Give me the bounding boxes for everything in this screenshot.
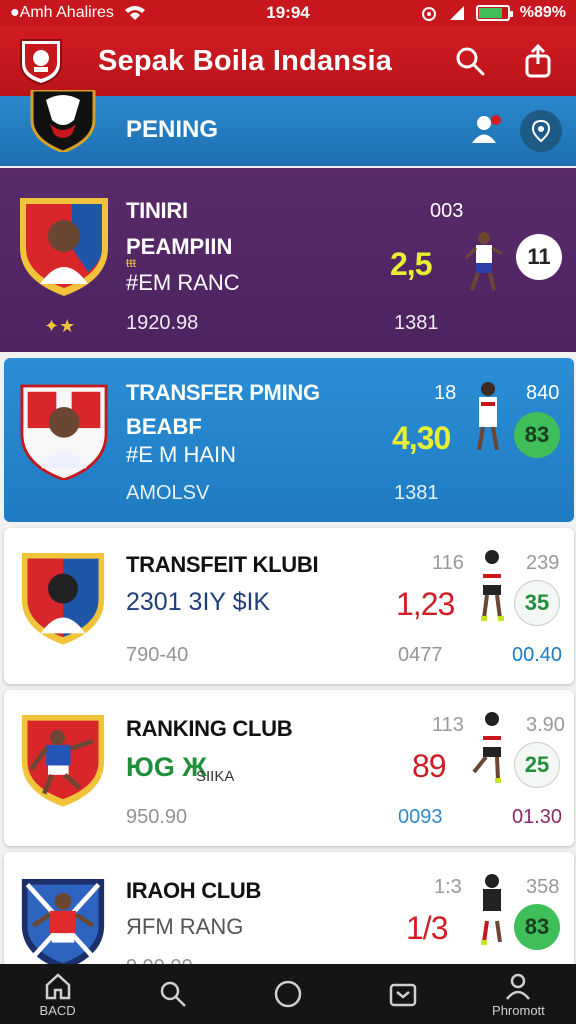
- card-bottom-right: 00.40: [512, 644, 563, 666]
- card-title: IRAOH CLUB: [126, 878, 262, 903]
- app-title: Sepak Boila Indansia: [98, 44, 393, 77]
- card-badge: 11: [516, 234, 562, 280]
- ranking-card-5[interactable]: IRAOH CLUB ЯFM RANG 9.99 99 1:3 358 1/3 …: [4, 852, 574, 982]
- card-subtitle: ЯFM RANG: [126, 914, 244, 939]
- ranking-card-1[interactable]: TINIRI PEAMPIIN ŧŧŧ #EM RANC ✦★ 1920.98 …: [0, 168, 576, 352]
- card-score: 89: [412, 748, 447, 784]
- card-meta-left: 790-40: [126, 644, 189, 666]
- player-icon: [481, 874, 502, 945]
- club-crest: [21, 879, 105, 971]
- club-crest: [21, 715, 105, 807]
- battery-percent: %89%: [519, 4, 566, 21]
- card-meta-right: 1381: [394, 312, 439, 334]
- club-crest: [20, 198, 108, 296]
- card-subtitle: 2301 3IY $IK: [126, 588, 271, 616]
- inbox-icon: [389, 983, 417, 1007]
- search-icon: [160, 981, 186, 1007]
- card-meta-left: 950.90: [126, 806, 188, 828]
- search-button[interactable]: [450, 41, 490, 81]
- card-top-right: 116: [432, 552, 464, 574]
- card-far-right: 239: [526, 552, 560, 574]
- card-far-right: 358: [526, 876, 560, 898]
- card-title: TINIRI: [126, 198, 188, 223]
- carrier-label: ●Amh Ahalires: [10, 4, 114, 21]
- user-alert-icon[interactable]: [470, 114, 502, 144]
- card-meta-right: 0093: [398, 806, 443, 828]
- player-icon: [481, 550, 504, 621]
- card-title: RANKING CLUB: [126, 716, 293, 741]
- location-icon: [531, 119, 551, 143]
- app-bar: Sepak Boila Indansia: [0, 26, 576, 96]
- card-subtitle: PEAMPIIN: [126, 234, 233, 259]
- home-icon: [45, 972, 70, 999]
- card-badge: 25: [514, 742, 560, 788]
- card-meta-right: 0477: [398, 644, 443, 666]
- section-title: PENING: [126, 116, 219, 143]
- profile-icon: [506, 973, 531, 1000]
- club-crest: [21, 553, 105, 645]
- status-bar: ●Amh Ahalires 19:94 %89%: [0, 0, 576, 26]
- club-crest: [20, 384, 108, 480]
- app-screen: ●Amh Ahalires 19:94 %89% Sepak Boila Ind…: [0, 0, 576, 1024]
- card-score: 4,30: [392, 420, 451, 456]
- player-icon: [464, 232, 503, 291]
- card-top-right: 003: [430, 200, 464, 222]
- card-title: TRANSFEIT KLUBI: [126, 552, 319, 577]
- ranking-card-2[interactable]: TRANSFER PMING BEABF #E M HAIN AMOLSV 13…: [4, 358, 574, 522]
- player-icon: [477, 382, 499, 451]
- card-score: 1/3: [406, 910, 448, 946]
- search-icon: [456, 47, 485, 76]
- card-small-text: ŧŧŧ: [126, 256, 137, 270]
- club-logo: [20, 39, 62, 86]
- card-badge: 83: [514, 412, 560, 458]
- bottom-nav: BACD Phromott: [0, 964, 576, 1024]
- card-badge: 83: [514, 904, 560, 950]
- nav-inbox[interactable]: [346, 964, 461, 1024]
- status-time: 19:94: [266, 3, 310, 22]
- card-top-right: 18: [434, 382, 457, 404]
- card-subtitle-suffix: SIIKA: [196, 768, 235, 785]
- card-top-right: 1:3: [434, 876, 462, 898]
- player-icon: [472, 712, 501, 783]
- card-meta-left: 1920.98: [126, 312, 199, 334]
- card-badge: 35: [514, 580, 560, 626]
- card-meta-right: 1381: [394, 482, 439, 504]
- share-button[interactable]: [518, 41, 558, 81]
- share-icon: [525, 44, 551, 78]
- battery-icon: [475, 5, 513, 21]
- ranking-card-4[interactable]: RANKING CLUB ЮG Ж SIIKA 950.90 0093 113 …: [4, 690, 574, 846]
- nav-search[interactable]: [115, 964, 230, 1024]
- card-bottom-right: 01.30: [512, 806, 563, 828]
- section-crest: [30, 90, 96, 152]
- nav-profile[interactable]: Phromott: [461, 964, 576, 1024]
- stars-icon: ✦★: [44, 316, 76, 336]
- nav-circle[interactable]: [230, 964, 345, 1024]
- card-detail: #E M HAIN: [126, 442, 237, 467]
- card-far-right: 840: [526, 382, 560, 404]
- ranking-card-3[interactable]: TRANSFEIT KLUBI 2301 3IY $IK 790-40 0477…: [4, 528, 574, 684]
- card-detail: #EM RANC: [126, 270, 240, 295]
- card-score: 2,5: [390, 246, 432, 282]
- card-title: TRANSFER PMING: [126, 380, 320, 405]
- circle-icon: [274, 980, 302, 1008]
- location-button[interactable]: [520, 110, 562, 152]
- card-meta-left: AMOLSV: [126, 482, 210, 504]
- nav-home[interactable]: BACD: [0, 964, 115, 1024]
- card-top-right: 113: [432, 714, 464, 736]
- card-score: 1,23: [396, 586, 455, 622]
- card-far-right: 3.90: [526, 714, 565, 736]
- card-subtitle: ЮG Ж: [126, 752, 207, 782]
- wifi-icon: [124, 6, 145, 20]
- signal-icon: [449, 6, 464, 20]
- card-subtitle: BEABF: [126, 414, 202, 439]
- section-header: PENING: [0, 90, 576, 166]
- nav-home-label: BACD: [39, 1002, 76, 1018]
- alarm-icon: [421, 7, 436, 21]
- nav-profile-label: Phromott: [492, 1002, 545, 1018]
